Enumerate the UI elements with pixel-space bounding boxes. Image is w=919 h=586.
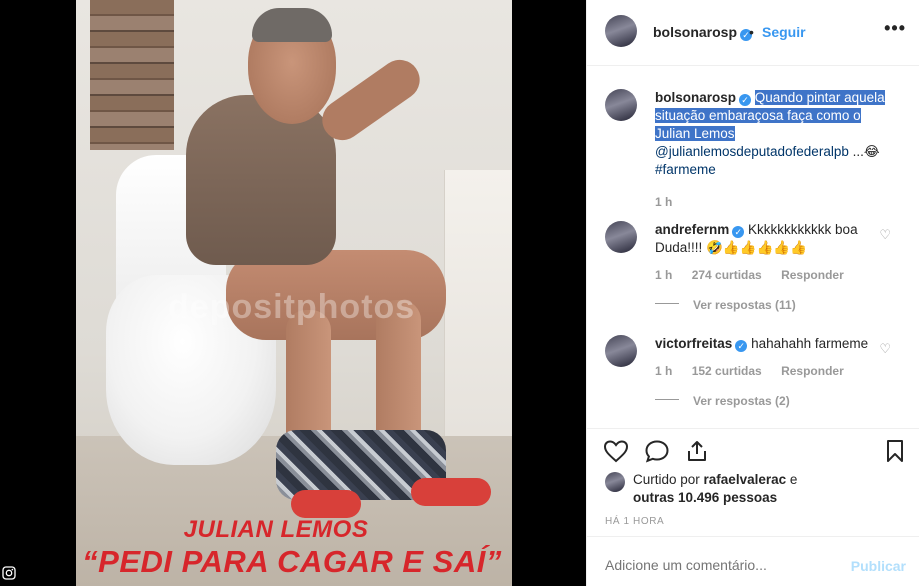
comment-avatar[interactable] [605,335,637,367]
post-actions [587,428,919,468]
caption-time[interactable]: 1 h [655,195,672,209]
comments-list[interactable]: bolsonarosp ✓ Quando pintar aquela situaç… [587,67,919,427]
verified-badge-icon: ✓ [732,226,745,238]
header-username[interactable]: bolsonarosp ✓ [653,24,753,41]
post-side-panel: bolsonarosp ✓ • Seguir ••• bolsonarosp ✓ Q… [586,0,919,586]
image-caption-name: JULIAN LEMOS [183,516,369,543]
comment-likes[interactable]: 274 curtidas [692,268,762,282]
header-username-text[interactable]: bolsonarosp [653,24,737,40]
right-gutter [512,0,586,586]
comment-like-heart-icon[interactable]: ♡ [879,227,891,243]
left-gutter [0,0,76,586]
comment-meta: 1 h 274 curtidas Responder [655,266,895,284]
instagram-icon [2,566,16,580]
liker-avatar[interactable] [605,472,625,492]
comment-meta: 1 h 152 curtidas Responder [655,362,895,380]
separator-dot: • [749,24,754,40]
comment-body: andrefernm ✓ Kkkkkkkkkkkk boa Duda!!!! 🤣👍… [655,221,895,314]
view-replies-button[interactable]: Ver respostas (2) [655,392,895,410]
comment-like-heart-icon[interactable]: ♡ [879,341,891,357]
caption-suffix: ...😂 [848,144,880,159]
liked-by: Curtido por rafaelvalerac e outras 10.49… [605,470,905,510]
stone-wall [90,0,174,150]
comment-text: hahahahh farmeme [751,336,869,351]
watermark: depositphotos [168,288,416,326]
post-timestamp[interactable]: HÁ 1 HORA [605,516,664,527]
caption-meta: 1 h [655,193,895,211]
add-comment-bar: Publicar [587,536,919,586]
caption-hashtag[interactable]: #farmeme [655,162,716,177]
view-replies-button[interactable]: Ver respostas (11) [655,296,895,314]
comment-username[interactable]: andrefernm [655,222,729,237]
comment-input[interactable] [605,557,835,573]
save-bookmark-icon[interactable] [883,439,907,463]
caption-username[interactable]: bolsonarosp [655,90,736,105]
post-image[interactable]: depositphotos JULIAN LEMOS “PEDI PARA CA… [76,0,512,586]
caption-avatar[interactable] [605,89,637,121]
follow-button[interactable]: Seguir [762,24,806,40]
verified-badge-icon: ✓ [735,340,748,352]
liked-by-user[interactable]: rafaelvalerac [704,472,787,487]
liked-by-text: Curtido por rafaelvalerac e outras 10.49… [633,471,797,507]
comment-time[interactable]: 1 h [655,364,672,378]
avatar[interactable] [605,15,637,47]
caption-mention[interactable]: @julianlemosdeputadofederalpb [655,144,849,159]
liked-by-prefix: Curtido por [633,472,704,487]
comment-avatar[interactable] [605,221,637,253]
left-shoe [291,490,361,518]
comment-likes[interactable]: 152 curtidas [692,364,762,378]
post-header: bolsonarosp ✓ • Seguir ••• [587,0,919,66]
comment-username[interactable]: victorfreitas [655,336,732,351]
share-icon[interactable] [685,439,709,463]
right-shoe [411,478,491,506]
liked-by-others[interactable]: outras 10.496 pessoas [633,490,777,505]
reply-button[interactable]: Responder [781,364,844,378]
liked-by-middle: e [786,472,798,487]
image-caption-quote: “PEDI PARA CAGAR E SAÍ” [82,544,502,579]
caption-body: bolsonarosp ✓ Quando pintar aquela situaç… [655,89,895,211]
shelf [444,170,512,470]
comment-time[interactable]: 1 h [655,268,672,282]
comment-body: victorfreitas ✓ hahahahh farmeme 1 h 152 … [655,335,895,410]
more-options-icon[interactable]: ••• [884,18,906,39]
hair [252,8,332,42]
comment-icon[interactable] [644,439,670,463]
verified-badge-icon: ✓ [739,94,752,106]
publish-button[interactable]: Publicar [851,558,906,574]
torso [186,95,336,265]
heart-icon[interactable] [603,439,629,463]
reply-button[interactable]: Responder [781,268,844,282]
